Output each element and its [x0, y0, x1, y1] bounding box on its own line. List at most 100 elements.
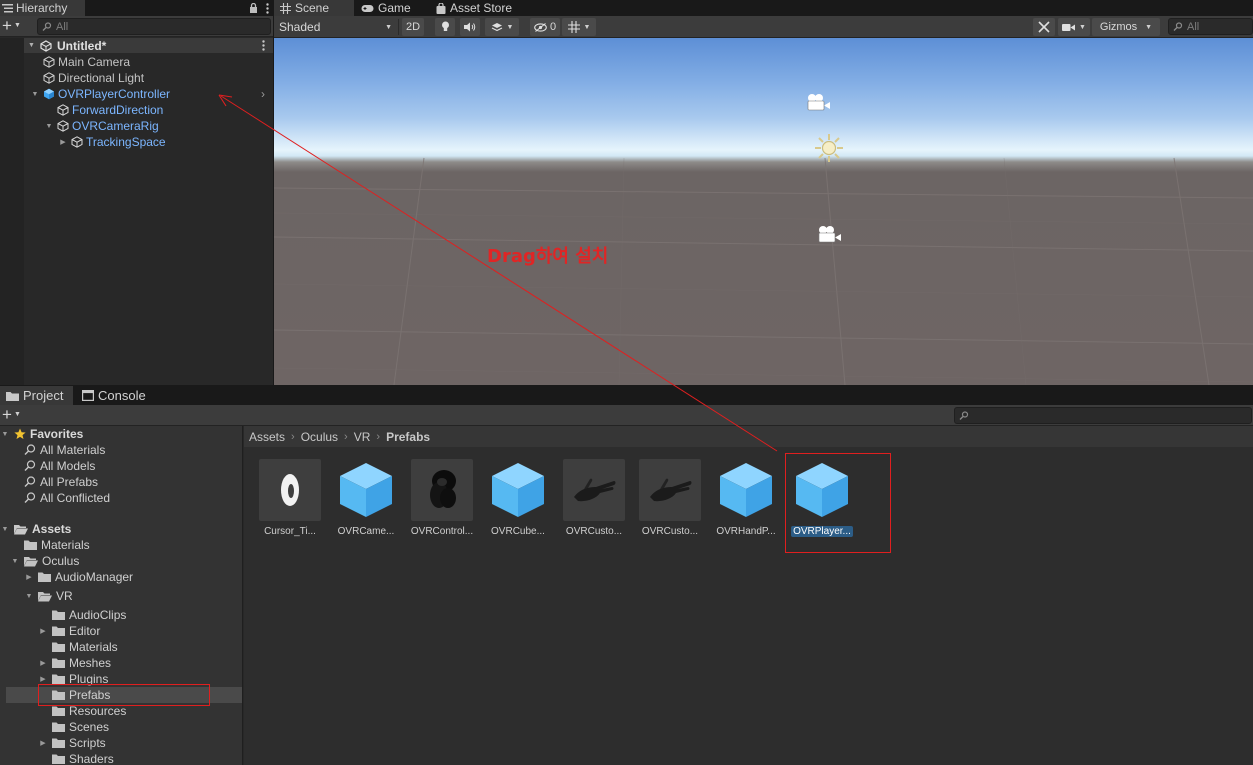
expand-arrow-icon[interactable]: ▶	[38, 627, 48, 635]
shading-mode-dropdown[interactable]: Shaded ▼	[274, 18, 396, 36]
scene-row[interactable]: ▼ Untitled*	[24, 38, 273, 53]
expand-arrow-icon[interactable]: ▼	[24, 593, 34, 600]
asset-item[interactable]: OVRControl...	[408, 459, 476, 537]
folder-open-icon	[14, 524, 28, 535]
favorite-item[interactable]: All Conflicted	[24, 490, 110, 506]
audio-toggle[interactable]	[460, 18, 480, 36]
scene-viewport[interactable]: Drag하여 설치	[274, 38, 1253, 385]
tab-console[interactable]: Console	[76, 386, 152, 405]
expand-arrow-icon[interactable]: ▼	[0, 431, 10, 438]
expand-arrow-icon[interactable]: ▼	[30, 91, 40, 98]
gizmos-dropdown[interactable]: Gizmos ▼	[1092, 18, 1160, 36]
folder-item[interactable]: ▼ VR	[24, 588, 73, 604]
folder-item[interactable]: ▶ Editor	[38, 623, 100, 639]
cube-icon	[487, 459, 549, 521]
chevron-down-icon: ▼	[13, 22, 21, 29]
folder-item[interactable]: Materials	[10, 537, 90, 553]
breadcrumb-item[interactable]: Prefabs	[386, 430, 430, 444]
camera-gizmo-icon[interactable]	[804, 93, 832, 116]
expand-arrow-icon[interactable]: ▶	[38, 739, 48, 747]
unity-scene-icon	[40, 39, 52, 52]
expand-arrow-icon[interactable]: ▼	[44, 123, 54, 130]
tab-hierarchy[interactable]: Hierarchy	[0, 0, 86, 16]
asset-label-wrap: OVRControl...	[408, 526, 476, 537]
tools-button[interactable]	[1033, 18, 1055, 36]
create-dropdown[interactable]: + ▼	[2, 17, 21, 34]
hand-icon	[563, 459, 625, 521]
tab-scene[interactable]: Scene	[274, 0, 354, 16]
hidden-objects-toggle[interactable]: 0	[530, 18, 560, 36]
project-search-input[interactable]	[954, 407, 1252, 424]
asset-browser: Assets › Oculus › VR › Prefabs Cursor_Ti... OVR…	[244, 426, 1253, 765]
favorite-item[interactable]: All Models	[24, 458, 95, 474]
mode-2d-button[interactable]: 2D	[402, 18, 424, 36]
asset-item[interactable]: OVRCusto...	[636, 459, 704, 537]
folder-item[interactable]: ▶ Meshes	[38, 655, 111, 671]
prefab-outline-icon	[57, 120, 69, 132]
asset-item[interactable]: OVRCame...	[332, 459, 400, 537]
scene-grid	[274, 157, 1253, 385]
camera-settings-dropdown[interactable]: ▼	[1058, 18, 1090, 36]
expand-arrow-icon[interactable]: ▼	[0, 526, 10, 533]
hierarchy-item[interactable]: ▶ TrackingSpace	[0, 134, 273, 150]
lighting-toggle[interactable]	[435, 18, 455, 36]
hierarchy-item[interactable]: ▼ OVRCameraRig	[0, 118, 273, 134]
speaker-icon	[464, 22, 476, 32]
prefab-outline-icon	[57, 104, 69, 116]
folder-item[interactable]: AudioClips	[38, 607, 126, 623]
folder-icon	[52, 674, 65, 684]
folder-item[interactable]: ▶ AudioManager	[24, 569, 133, 585]
expand-arrow-icon[interactable]: ▼	[28, 42, 38, 49]
folder-item[interactable]: Scenes	[38, 719, 109, 735]
scene-kebab-icon[interactable]	[262, 40, 265, 51]
hierarchy-item[interactable]: ForwardDirection	[0, 102, 273, 118]
console-icon	[82, 390, 94, 401]
folder-icon	[52, 738, 65, 748]
folder-item[interactable]: Shaders	[38, 751, 114, 765]
tab-project-label: Project	[23, 388, 64, 403]
tab-project[interactable]: Project	[0, 386, 73, 405]
hierarchy-item[interactable]: Directional Light	[0, 70, 273, 86]
expand-arrow-icon[interactable]: ▶	[24, 573, 34, 581]
hierarchy-item[interactable]: ▼ OVRPlayerController	[0, 86, 273, 102]
assets-header[interactable]: ▼ Assets	[0, 521, 72, 537]
expand-arrow-icon[interactable]: ▼	[10, 558, 20, 565]
expand-arrow-icon[interactable]: ▶	[58, 138, 68, 146]
grid-snapping-dropdown[interactable]: ▼	[562, 18, 596, 36]
tab-asset-store[interactable]: Asset Store	[430, 0, 518, 16]
folder-icon	[52, 642, 65, 652]
chevron-down-icon: ▼	[506, 23, 514, 31]
hierarchy-item[interactable]: Main Camera	[0, 54, 273, 70]
expand-arrow-icon[interactable]: ▶	[38, 659, 48, 667]
hierarchy-item-label: Main Camera	[58, 55, 131, 69]
hierarchy-item-label: ForwardDirection	[72, 103, 164, 117]
project-tabbar: Project Console	[0, 386, 1253, 405]
lock-icon[interactable]	[249, 3, 258, 13]
hierarchy-search-input[interactable]: All	[37, 18, 271, 35]
favorites-header[interactable]: ▼ Favorites	[0, 426, 84, 442]
asset-item[interactable]: OVRHandP...	[712, 459, 780, 537]
effects-dropdown[interactable]: ▼	[485, 18, 519, 36]
folder-open-icon	[24, 556, 38, 567]
folder-item-label: Meshes	[69, 656, 112, 670]
breadcrumb-item[interactable]: Assets	[249, 430, 285, 444]
breadcrumb-item[interactable]: VR	[354, 430, 371, 444]
favorite-item[interactable]: All Materials	[24, 442, 105, 458]
chevron-right-icon[interactable]: ›	[261, 87, 265, 101]
expand-arrow-icon[interactable]: ▶	[38, 675, 48, 683]
favorite-item-label: All Prefabs	[40, 475, 99, 489]
favorite-item[interactable]: All Prefabs	[24, 474, 98, 490]
kebab-menu-icon[interactable]	[266, 2, 269, 14]
folder-item[interactable]: ▶ Scripts	[38, 735, 105, 751]
folder-item[interactable]: Materials	[38, 639, 118, 655]
create-asset-dropdown[interactable]: + ▼	[2, 406, 21, 423]
folder-item[interactable]: ▼ Oculus	[10, 553, 80, 569]
scene-search-input[interactable]: All	[1168, 18, 1253, 35]
asset-item[interactable]: Cursor_Ti...	[256, 459, 324, 537]
sun-gizmo-icon[interactable]	[814, 133, 844, 166]
asset-item[interactable]: OVRCusto...	[560, 459, 628, 537]
camera-gizmo-icon[interactable]	[815, 225, 843, 248]
asset-item[interactable]: OVRCube...	[484, 459, 552, 537]
breadcrumb-item[interactable]: Oculus	[301, 430, 338, 444]
tab-game[interactable]: Game	[355, 0, 417, 16]
